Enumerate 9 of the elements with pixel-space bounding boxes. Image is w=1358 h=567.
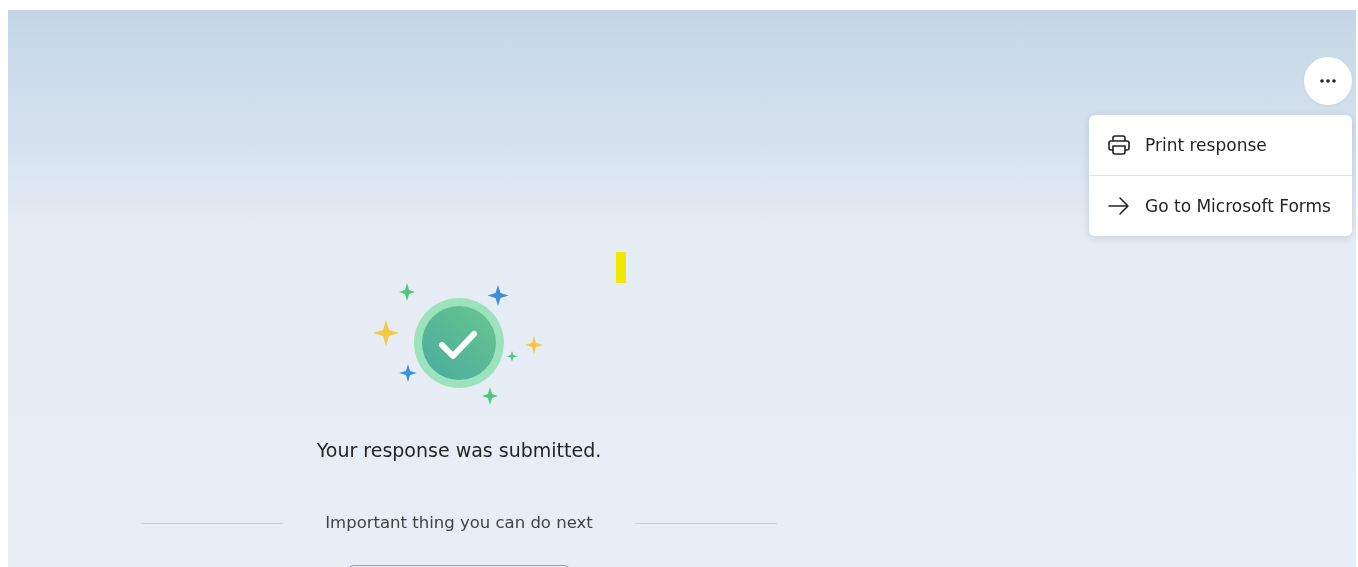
menu-item[interactable]: Print response <box>1089 115 1352 175</box>
more-options-button[interactable] <box>1304 57 1352 105</box>
confirmation-message: Your response was submitted. <box>316 438 602 463</box>
arrow-right-icon <box>1108 197 1130 215</box>
menu-item[interactable]: Go to Microsoft Forms <box>1089 175 1352 236</box>
printer-icon <box>1108 135 1130 155</box>
cursor-mark <box>616 252 626 283</box>
more-icon <box>1320 79 1336 83</box>
section-heading: Important thing you can do next <box>325 512 593 534</box>
